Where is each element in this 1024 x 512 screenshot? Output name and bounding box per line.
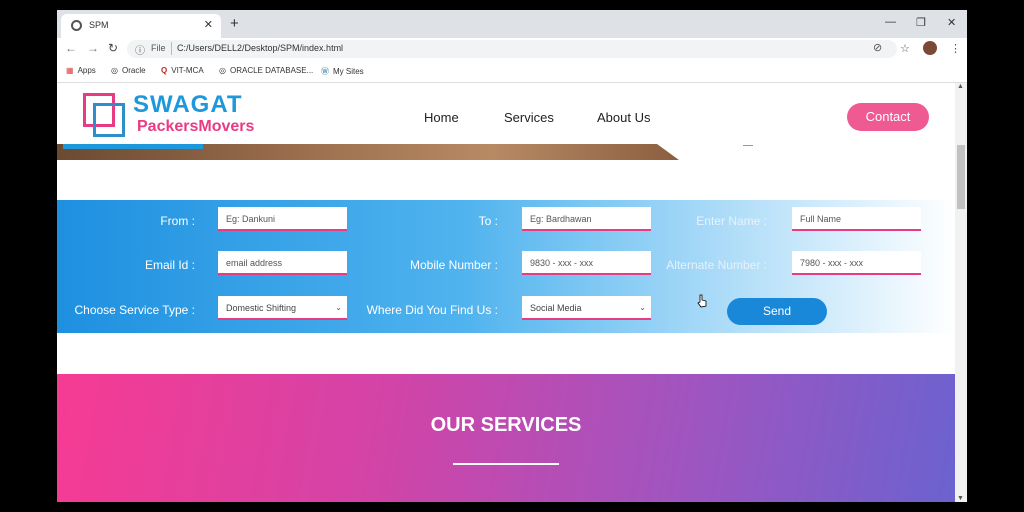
address-bar[interactable]: ⓘ File C:/Users/DELL2/Desktop/SPM/index.… [127, 40, 897, 58]
bookmark-label: VIT-MCA [171, 66, 204, 75]
heading-underline [453, 463, 559, 465]
quora-icon: Q [161, 66, 168, 75]
bookmark-label: My Sites [333, 67, 364, 76]
star-icon[interactable]: ☆ [900, 42, 910, 55]
alt-number-label: Alternate Number : [666, 258, 767, 272]
from-label: From : [160, 214, 195, 228]
hero-divider [743, 145, 753, 146]
apps-grid-icon: ▦ [66, 66, 74, 75]
send-button[interactable]: Send [727, 298, 827, 325]
scrollbar-thumb[interactable] [957, 145, 965, 209]
scheme-label: File [151, 43, 166, 53]
menu-icon[interactable]: ⋮ [950, 42, 961, 55]
mobile-input[interactable]: 9830 - xxx - xxx [522, 251, 651, 275]
contact-button[interactable]: Contact [847, 103, 929, 131]
source-select[interactable]: Social Media ⌄ [522, 296, 651, 320]
name-label: Enter Name : [696, 214, 767, 228]
from-input[interactable]: Eg: Dankuni [218, 207, 347, 231]
source-value: Social Media [530, 303, 582, 313]
scroll-up-icon[interactable]: ▲ [957, 83, 964, 90]
alt-number-input[interactable]: 7980 - xxx - xxx [792, 251, 921, 275]
hand-cursor-icon [697, 294, 707, 308]
scroll-down-icon[interactable]: ▼ [957, 495, 964, 502]
globe-icon: ◎ [111, 66, 118, 75]
bookmark-oracle-database[interactable]: ◎ ORACLE DATABASE... [219, 66, 313, 75]
tab-title: SPM [89, 20, 109, 30]
reload-icon[interactable]: ↻ [108, 41, 118, 55]
eye-off-icon[interactable]: ⊘ [873, 41, 882, 54]
enquiry-form: From : Eg: Dankuni To : Eg: Bardhawan En… [57, 200, 955, 333]
logo-text-sub: PackersMovers [137, 118, 255, 135]
info-icon[interactable]: ⓘ [135, 42, 145, 57]
browser-tab[interactable]: SPM ✕ [61, 14, 221, 38]
new-tab-icon[interactable]: + [230, 15, 239, 32]
mobile-label: Mobile Number : [409, 258, 498, 272]
wordpress-icon: Ⓦ [321, 67, 329, 76]
services-heading: OUR SERVICES [430, 414, 582, 436]
globe-icon [71, 20, 82, 31]
site-logo[interactable]: SWAGAT PackersMovers [83, 91, 283, 139]
nav-services[interactable]: Services [504, 110, 554, 125]
bookmark-my-sites[interactable]: Ⓦ My Sites [321, 66, 364, 77]
nav-home[interactable]: Home [424, 110, 459, 125]
name-input[interactable]: Full Name [792, 207, 921, 231]
hero-image-strip [57, 144, 955, 160]
services-section: OUR SERVICES [57, 374, 955, 502]
hero-corner [657, 144, 679, 160]
minimize-icon[interactable]: — [885, 16, 896, 28]
service-type-select[interactable]: Domestic Shifting ⌄ [218, 296, 347, 320]
page-viewport: SWAGAT PackersMovers Home Services About… [57, 83, 955, 502]
chevron-down-icon: ⌄ [335, 303, 342, 312]
bookmark-vit-mca[interactable]: Q VIT-MCA [161, 66, 204, 75]
service-type-value: Domestic Shifting [226, 303, 297, 313]
tab-bar: SPM ✕ + — ❐ ✕ [57, 10, 967, 38]
service-type-label: Choose Service Type : [74, 303, 195, 317]
close-window-icon[interactable]: ✕ [947, 16, 956, 29]
back-icon[interactable]: ← [65, 41, 77, 55]
forward-icon[interactable]: → [87, 41, 99, 55]
globe-icon: ◎ [219, 66, 226, 75]
logo-text-main: SWAGAT [133, 91, 243, 118]
email-label: Email Id : [144, 258, 195, 272]
email-input[interactable]: email address [218, 251, 347, 275]
bookmark-apps[interactable]: ▦ Apps [66, 66, 96, 75]
page-scrollbar[interactable]: ▲ ▼ [955, 83, 967, 502]
to-input[interactable]: Eg: Bardhawan [522, 207, 651, 231]
hero-accent-bar [63, 144, 203, 149]
browser-toolbar: ← → ↻ ⓘ File C:/Users/DELL2/Desktop/SPM/… [57, 38, 967, 60]
address-divider [171, 42, 172, 55]
source-label: Where Did You Find Us : [366, 303, 498, 317]
browser-window: SPM ✕ + — ❐ ✕ ← → ↻ ⓘ File C:/Users/DELL… [57, 10, 967, 502]
chevron-down-icon: ⌄ [639, 303, 646, 312]
bookmark-oracle[interactable]: ◎ Oracle [111, 66, 146, 75]
bookmark-label: Apps [77, 66, 96, 75]
bookmarks-bar: ▦ Apps ◎ Oracle Q VIT-MCA ◎ ORACLE DATABASE.… [57, 60, 967, 83]
bookmark-label: ORACLE DATABASE... [229, 66, 314, 75]
to-label: To : [478, 214, 498, 228]
logo-square-blue [93, 103, 125, 137]
nav-about-us[interactable]: About Us [597, 110, 650, 125]
restore-icon[interactable]: ❐ [916, 16, 926, 29]
url-text[interactable]: C:/Users/DELL2/Desktop/SPM/index.html [177, 43, 343, 53]
bookmark-label: Oracle [121, 66, 146, 75]
avatar[interactable] [923, 41, 937, 55]
close-tab-icon[interactable]: ✕ [204, 18, 213, 31]
